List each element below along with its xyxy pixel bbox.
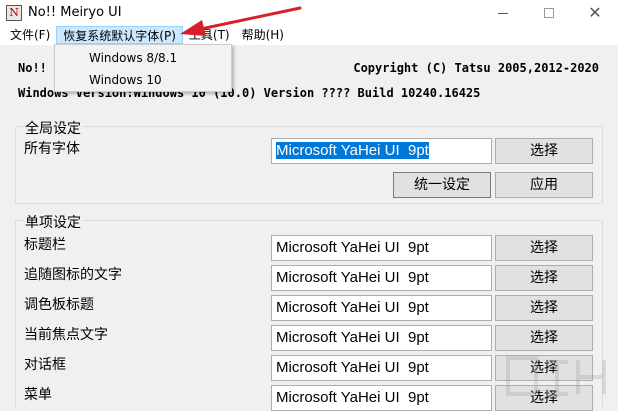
row-label-focus-text: 当前焦点文字 (24, 327, 108, 343)
font-field-menu[interactable]: Microsoft YaHei UI 9pt (271, 385, 492, 411)
font-field-title-bar[interactable]: Microsoft YaHei UI 9pt (271, 235, 492, 261)
single-settings-title: 单项设定 (24, 212, 82, 232)
window-controls: ✕ (480, 0, 618, 25)
select-button-focus-text[interactable]: 选择 (495, 325, 593, 351)
row-label-menu: 菜单 (24, 387, 52, 403)
select-button-dialog[interactable]: 选择 (495, 355, 593, 381)
all-fonts-field[interactable]: Microsoft YaHei UI 9pt (271, 138, 492, 164)
dropdown-item-windows-8[interactable]: Windows 8/8.1 (55, 47, 231, 69)
menu-restore-default-font[interactable]: 恢复系统默认字体(P) (56, 26, 183, 44)
minimize-button[interactable] (480, 0, 526, 25)
menu-bar: 文件(F) 恢复系统默认字体(P) 工具(T) 帮助(H) (0, 25, 618, 45)
select-button-menu[interactable]: 选择 (495, 385, 593, 411)
global-settings-title: 全局设定 (24, 118, 82, 138)
close-icon: ✕ (588, 3, 602, 22)
font-field-icon-text[interactable]: Microsoft YaHei UI 9pt (271, 265, 492, 291)
menu-file[interactable]: 文件(F) (4, 26, 56, 44)
title-bar: N No!! Meiryo UI ✕ (0, 0, 618, 25)
menu-help[interactable]: 帮助(H) (236, 26, 290, 44)
row-label-palette-title: 调色板标题 (24, 297, 94, 313)
select-button-title-bar[interactable]: 选择 (495, 235, 593, 261)
row-label-icon-text: 追随图标的文字 (24, 267, 122, 283)
app-icon: N (6, 4, 22, 21)
font-field-focus-text[interactable]: Microsoft YaHei UI 9pt (271, 325, 492, 351)
menu-tools[interactable]: 工具(T) (183, 26, 236, 44)
maximize-button[interactable] (526, 0, 572, 25)
row-label-title-bar: 标题栏 (24, 237, 66, 253)
all-fonts-label: 所有字体 (24, 141, 80, 157)
font-field-palette-title[interactable]: Microsoft YaHei UI 9pt (271, 295, 492, 321)
select-button-palette-title[interactable]: 选择 (495, 295, 593, 321)
minimize-icon (498, 13, 508, 14)
all-fonts-value: Microsoft YaHei UI 9pt (276, 142, 429, 159)
row-label-dialog: 对话框 (24, 357, 66, 373)
restore-font-dropdown: Windows 8/8.1 Windows 10 (54, 44, 232, 92)
font-field-dialog[interactable]: Microsoft YaHei UI 9pt (271, 355, 492, 381)
unify-settings-button[interactable]: 统一设定 (393, 172, 491, 198)
all-fonts-select-button[interactable]: 选择 (495, 138, 593, 164)
close-button[interactable]: ✕ (572, 0, 618, 25)
window-title: No!! Meiryo UI (28, 5, 122, 20)
maximize-icon (544, 7, 554, 18)
dropdown-item-windows-10[interactable]: Windows 10 (55, 69, 231, 91)
copyright-label: Copyright (C) Tatsu 2005,2012-2020 (353, 61, 599, 75)
app-name-label: No!! (18, 61, 47, 75)
select-button-icon-text[interactable]: 选择 (495, 265, 593, 291)
apply-button[interactable]: 应用 (495, 172, 593, 198)
